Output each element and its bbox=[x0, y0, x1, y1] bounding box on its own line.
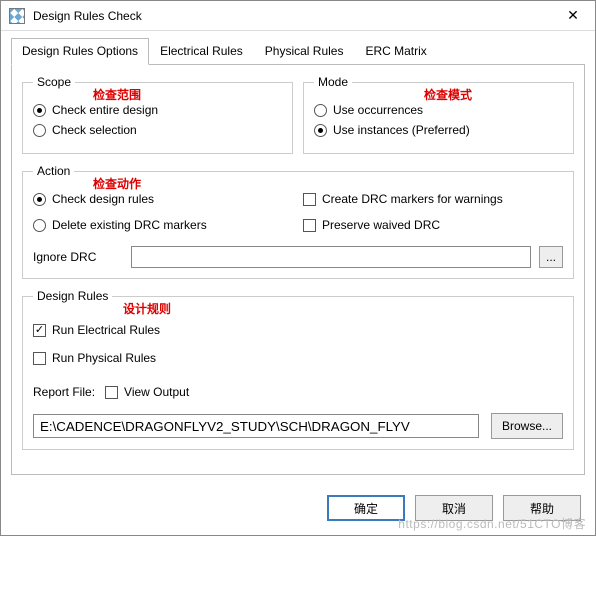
checkbox-icon bbox=[303, 219, 316, 232]
dialog-window: Design Rules Check ✕ Design Rules Option… bbox=[0, 0, 596, 536]
watermark-text: https://blog.csdn.net/51CTO博客 bbox=[398, 515, 586, 532]
tab-erc-matrix[interactable]: ERC Matrix bbox=[354, 38, 437, 65]
radio-delete-existing-drc[interactable]: Delete existing DRC markers bbox=[33, 218, 293, 232]
checkbox-icon bbox=[303, 193, 316, 206]
design-rules-annotation: 设计规则 bbox=[123, 300, 171, 317]
ignore-drc-browse-button[interactable]: ... bbox=[539, 246, 563, 268]
radio-icon bbox=[33, 104, 46, 117]
tab-strip: Design Rules Options Electrical Rules Ph… bbox=[1, 31, 595, 64]
radio-use-occurrences[interactable]: Use occurrences bbox=[314, 103, 563, 117]
report-file-input[interactable] bbox=[33, 414, 479, 438]
action-group: Action 检查动作 Check design rules Create DR… bbox=[22, 164, 574, 279]
radio-check-design-rules[interactable]: Check design rules bbox=[33, 192, 293, 206]
check-run-physical-rules[interactable]: Run Physical Rules bbox=[33, 351, 563, 365]
checkbox-label: View Output bbox=[124, 385, 189, 399]
tab-design-rules-options[interactable]: Design Rules Options bbox=[11, 38, 149, 65]
ignore-drc-input[interactable] bbox=[131, 246, 531, 268]
radio-label: Check design rules bbox=[52, 192, 154, 206]
app-icon bbox=[9, 8, 25, 24]
radio-check-selection[interactable]: Check selection bbox=[33, 123, 282, 137]
checkbox-label: Preserve waived DRC bbox=[322, 218, 440, 232]
action-annotation: 检查动作 bbox=[93, 175, 141, 192]
tab-page: Scope 检查范围 Check entire design Check sel… bbox=[11, 64, 585, 475]
scope-legend: Scope bbox=[33, 75, 75, 89]
checkbox-icon bbox=[33, 324, 46, 337]
titlebar: Design Rules Check ✕ bbox=[1, 1, 595, 31]
radio-check-entire-design[interactable]: Check entire design bbox=[33, 103, 282, 117]
design-rules-legend: Design Rules bbox=[33, 289, 112, 303]
checkbox-icon bbox=[105, 386, 118, 399]
check-run-electrical-rules[interactable]: Run Electrical Rules bbox=[33, 323, 563, 337]
radio-icon bbox=[33, 124, 46, 137]
ignore-drc-label: Ignore DRC bbox=[33, 250, 123, 264]
checkbox-label: Create DRC markers for warnings bbox=[322, 192, 503, 206]
radio-use-instances[interactable]: Use instances (Preferred) bbox=[314, 123, 563, 137]
radio-icon bbox=[314, 104, 327, 117]
radio-label: Check selection bbox=[52, 123, 137, 137]
mode-group: Mode 检查模式 Use occurrences Use instances … bbox=[303, 75, 574, 154]
checkbox-label: Run Physical Rules bbox=[52, 351, 156, 365]
checkbox-icon bbox=[33, 352, 46, 365]
scope-group: Scope 检查范围 Check entire design Check sel… bbox=[22, 75, 293, 154]
window-title: Design Rules Check bbox=[33, 9, 551, 23]
checkbox-label: Run Electrical Rules bbox=[52, 323, 160, 337]
tab-physical-rules[interactable]: Physical Rules bbox=[254, 38, 355, 65]
tab-electrical-rules[interactable]: Electrical Rules bbox=[149, 38, 254, 65]
radio-icon bbox=[314, 124, 327, 137]
check-preserve-waived-drc[interactable]: Preserve waived DRC bbox=[303, 218, 563, 232]
radio-label: Check entire design bbox=[52, 103, 158, 117]
report-file-label: Report File: bbox=[33, 385, 95, 399]
check-view-output[interactable]: View Output bbox=[105, 385, 189, 399]
radio-icon bbox=[33, 219, 46, 232]
check-create-drc-markers[interactable]: Create DRC markers for warnings bbox=[303, 192, 563, 206]
radio-label: Delete existing DRC markers bbox=[52, 218, 207, 232]
ok-button[interactable]: 确定 bbox=[327, 495, 405, 521]
radio-icon bbox=[33, 193, 46, 206]
radio-label: Use instances (Preferred) bbox=[333, 123, 470, 137]
browse-button[interactable]: Browse... bbox=[491, 413, 563, 439]
mode-annotation: 检查模式 bbox=[424, 86, 472, 103]
action-legend: Action bbox=[33, 164, 74, 178]
design-rules-group: Design Rules 设计规则 Run Electrical Rules R… bbox=[22, 289, 574, 450]
close-button[interactable]: ✕ bbox=[551, 1, 595, 30]
scope-annotation: 检查范围 bbox=[93, 86, 141, 103]
mode-legend: Mode bbox=[314, 75, 352, 89]
radio-label: Use occurrences bbox=[333, 103, 423, 117]
